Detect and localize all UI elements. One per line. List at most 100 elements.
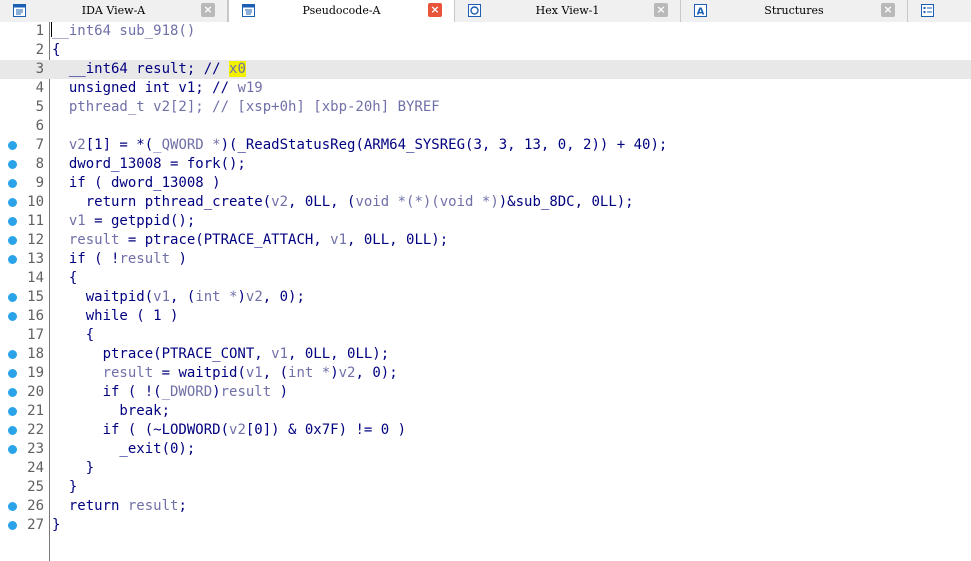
tab-ida-view-a[interactable]: IDA View-A × xyxy=(0,0,228,22)
code-line[interactable]: 6 xyxy=(0,117,971,136)
code-line[interactable]: 12 result = ptrace(PTRACE_ATTACH, v1, 0L… xyxy=(0,231,971,250)
line-number: 25 xyxy=(27,479,44,495)
code-token: , 0); xyxy=(355,365,398,381)
code-token: int * xyxy=(288,365,331,381)
code-text: if ( dword_13008 ) xyxy=(52,174,221,193)
breakpoint-dot-icon[interactable] xyxy=(8,350,17,359)
code-line[interactable]: 18 ptrace(PTRACE_CONT, v1, 0LL, 0LL); xyxy=(0,345,971,364)
line-number: 16 xyxy=(27,308,44,324)
line-number: 17 xyxy=(27,327,44,343)
breakpoint-dot-icon[interactable] xyxy=(8,426,17,435)
code-token: v2 xyxy=(271,194,289,210)
code-line[interactable]: 14 { xyxy=(0,269,971,288)
code-line[interactable]: 23 _exit(0); xyxy=(0,440,971,459)
breakpoint-dot-icon[interactable] xyxy=(8,445,17,454)
code-line[interactable]: 25 } xyxy=(0,478,971,497)
code-text: } xyxy=(52,459,94,478)
code-line[interactable]: 22 if ( (~LODWORD(v2[0]) & 0x7F) != 0 ) xyxy=(0,421,971,440)
tab-enums[interactable] xyxy=(908,0,971,22)
highlighted-token: x0 xyxy=(229,61,246,77)
breakpoint-dot-icon[interactable] xyxy=(8,236,17,245)
code-line[interactable]: 9 if ( dword_13008 ) xyxy=(0,174,971,193)
code-text: } xyxy=(52,516,60,535)
code-token: ) xyxy=(212,384,221,400)
line-number: 1 xyxy=(35,23,44,39)
code-line[interactable]: 1 __int64 sub_918() xyxy=(0,22,971,41)
line-number: 13 xyxy=(27,251,44,267)
code-line[interactable]: 15 waitpid(v1, (int *)v2, 0); xyxy=(0,288,971,307)
code-token: ) xyxy=(330,365,339,381)
breakpoint-dot-icon[interactable] xyxy=(8,312,17,321)
code-line[interactable]: 7 v2[1] = *(_QWORD *)(_ReadStatusReg(ARM… xyxy=(0,136,971,155)
code-token: if ( ! xyxy=(52,251,120,267)
ida-view-icon xyxy=(13,4,26,17)
code-line[interactable]: 24 } xyxy=(0,459,971,478)
breakpoint-dot-icon[interactable] xyxy=(8,407,17,416)
line-number: 26 xyxy=(27,498,44,514)
code-text: __int64 result; // x0 xyxy=(52,60,246,79)
pseudocode-editor[interactable]: 1 __int64 sub_918() 2{3 __int64 result; //… xyxy=(0,22,971,561)
breakpoint-dot-icon[interactable] xyxy=(8,141,17,150)
close-icon[interactable]: × xyxy=(881,3,895,17)
code-line[interactable]: 2{ xyxy=(0,41,971,60)
breakpoint-dot-icon[interactable] xyxy=(8,179,17,188)
breakpoint-dot-icon[interactable] xyxy=(8,388,17,397)
breakpoint-dot-icon[interactable] xyxy=(8,369,17,378)
line-number: 24 xyxy=(27,460,44,476)
code-token: ptrace(PTRACE_CONT, xyxy=(52,346,272,362)
code-token: v2 xyxy=(229,422,246,438)
line-number: 7 xyxy=(35,137,44,153)
code-token: { xyxy=(52,270,78,286)
code-token: { xyxy=(52,327,95,343)
tab-pseudocode-a[interactable]: Pseudocode-A × xyxy=(228,0,455,23)
code-line[interactable]: 4 unsigned int v1; // w19 xyxy=(0,79,971,98)
tab-hex-view-1[interactable]: Hex View-1 × xyxy=(455,0,681,22)
close-icon[interactable]: × xyxy=(428,3,442,17)
tab-label: Hex View-1 xyxy=(535,4,600,17)
breakpoint-dot-icon[interactable] xyxy=(8,255,17,264)
code-line[interactable]: 10 return pthread_create(v2, 0LL, (void … xyxy=(0,193,971,212)
code-line[interactable]: 26 return result; xyxy=(0,497,971,516)
code-line[interactable]: 13 if ( !result ) xyxy=(0,250,971,269)
code-token: unsigned int v1; // xyxy=(52,80,238,96)
code-token: , 0); xyxy=(262,289,305,305)
code-text: __int64 sub_918() xyxy=(51,22,196,41)
code-line[interactable]: 21 break; xyxy=(0,402,971,421)
tab-structures[interactable]: A Structures × xyxy=(681,0,908,22)
code-line[interactable]: 5 pthread_t v2[2]; // [xsp+0h] [xbp-20h]… xyxy=(0,98,971,117)
line-number: 18 xyxy=(27,346,44,362)
code-token: result xyxy=(127,498,179,514)
breakpoint-dot-icon[interactable] xyxy=(8,293,17,302)
close-icon[interactable]: × xyxy=(201,3,215,17)
code-token: ; xyxy=(178,498,187,514)
pseudocode-icon xyxy=(242,4,255,17)
line-number: 23 xyxy=(27,441,44,457)
code-line[interactable]: 20 if ( !(_DWORD)result ) xyxy=(0,383,971,402)
breakpoint-dot-icon[interactable] xyxy=(8,521,17,530)
line-number: 12 xyxy=(27,232,44,248)
line-number: 11 xyxy=(27,213,44,229)
close-icon[interactable]: × xyxy=(654,3,668,17)
code-text: result = ptrace(PTRACE_ATTACH, v1, 0LL, … xyxy=(52,231,448,250)
code-line[interactable]: 3 __int64 result; // x0 xyxy=(0,60,971,79)
code-token: return pthread_create( xyxy=(52,194,272,210)
breakpoint-dot-icon[interactable] xyxy=(8,217,17,226)
breakpoint-dot-icon[interactable] xyxy=(8,198,17,207)
code-text: if ( !(_DWORD)result ) xyxy=(52,383,288,402)
code-text: } xyxy=(52,478,77,497)
code-line[interactable]: 17 { xyxy=(0,326,971,345)
line-number: 15 xyxy=(27,289,44,305)
line-number: 6 xyxy=(35,118,44,134)
code-line[interactable]: 11 v1 = getppid(); xyxy=(0,212,971,231)
code-line[interactable]: 27} xyxy=(0,516,971,535)
code-token: )(_ReadStatusReg(ARM64_SYSREG(3, 3, 13, … xyxy=(220,137,668,153)
code-token: pthread_t v2[2]; // [xsp+0h] [xbp-20h] B… xyxy=(52,99,440,115)
breakpoint-dot-icon[interactable] xyxy=(8,502,17,511)
code-line[interactable]: 16 while ( 1 ) xyxy=(0,307,971,326)
code-token: void *(*)(void *) xyxy=(355,194,499,210)
code-text: break; xyxy=(52,402,170,421)
code-token: __int64 sub_918() xyxy=(52,23,196,39)
code-line[interactable]: 19 result = waitpid(v1, (int *)v2, 0); xyxy=(0,364,971,383)
code-line[interactable]: 8 dword_13008 = fork(); xyxy=(0,155,971,174)
breakpoint-dot-icon[interactable] xyxy=(8,160,17,169)
